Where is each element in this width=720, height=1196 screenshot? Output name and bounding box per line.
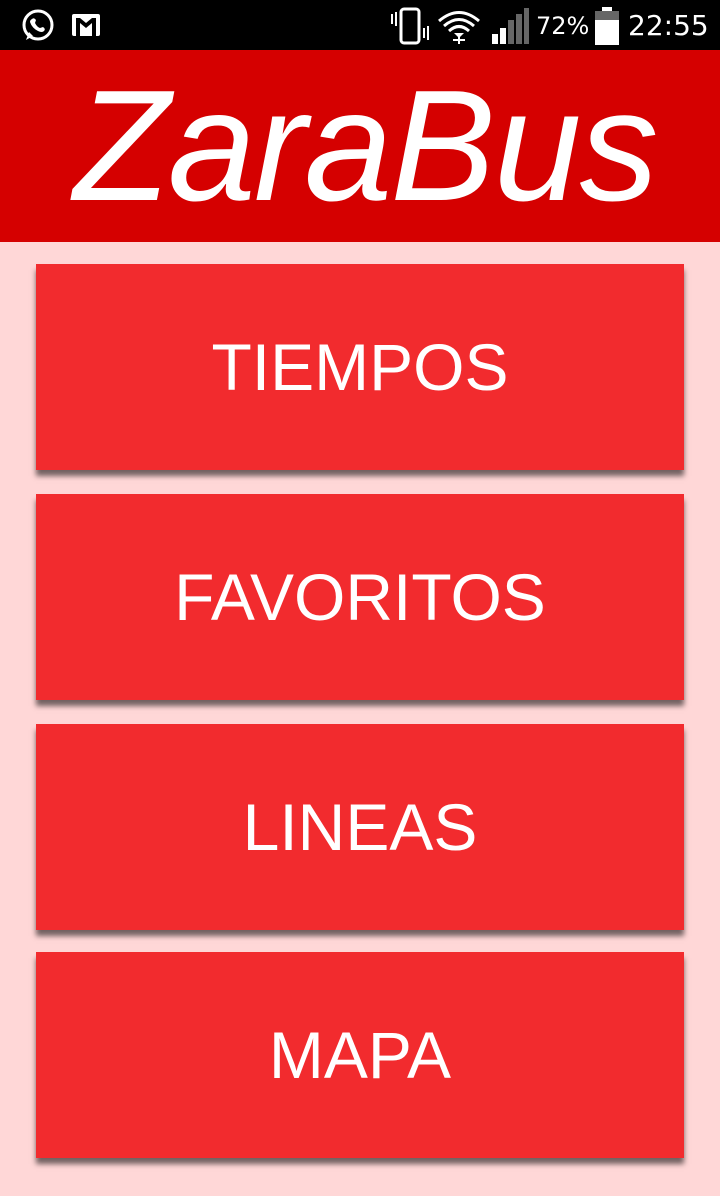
- gmail-icon: [72, 14, 100, 36]
- clock: 22:55: [628, 9, 709, 42]
- lineas-button[interactable]: LINEAS: [36, 724, 684, 930]
- main-menu: TIEMPOS FAVORITOS LINEAS MAPA: [0, 242, 720, 1196]
- wifi-icon: [438, 11, 480, 44]
- battery-percent: 72%: [536, 12, 590, 40]
- vibrate-icon: [391, 7, 429, 45]
- status-bar: 72% 22:55: [0, 0, 720, 50]
- mapa-button[interactable]: MAPA: [36, 952, 684, 1158]
- battery-icon: [595, 7, 619, 45]
- favoritos-button[interactable]: FAVORITOS: [36, 494, 684, 700]
- app-header: ZaraBus: [0, 50, 720, 242]
- signal-icon: [492, 8, 529, 44]
- whatsapp-icon: [22, 9, 54, 41]
- tiempos-button[interactable]: TIEMPOS: [36, 264, 684, 470]
- app-title: ZaraBus: [73, 58, 658, 234]
